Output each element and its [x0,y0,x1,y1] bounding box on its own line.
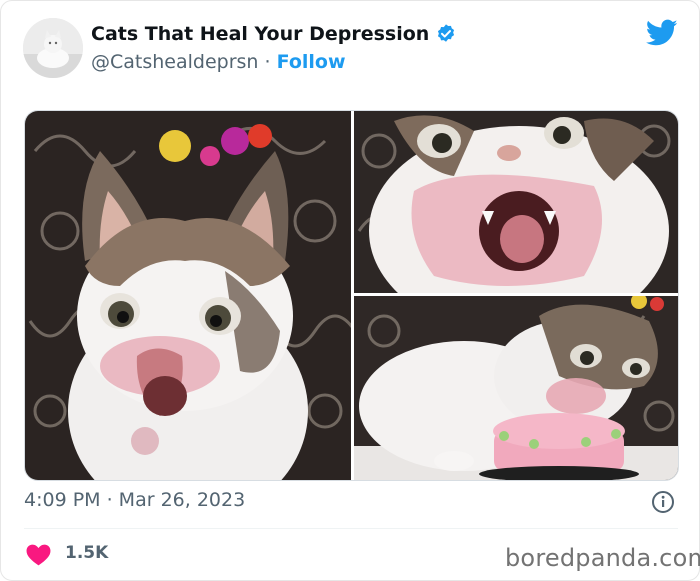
handle[interactable]: @Catshealdeprsn [91,51,258,73]
timestamp[interactable]: 4:09 PM · Mar 26, 2023 [24,489,245,511]
photo-cat-eating-cake[interactable] [354,296,678,480]
photo-cat-mouth-open[interactable] [354,111,678,293]
display-name[interactable]: Cats That Heal Your Depression [91,23,429,45]
watermark: boredpanda.com [505,544,700,572]
twitter-bird-icon[interactable] [646,19,678,47]
info-icon[interactable] [651,490,675,514]
divider [24,528,678,529]
separator: · [264,51,271,73]
verified-badge-icon [438,24,455,42]
tweet-card: Cats That Heal Your Depression @Catsheal… [0,0,700,581]
display-name-row[interactable]: Cats That Heal Your Depression [91,23,457,45]
handle-row: @Catshealdeprsn · Follow [91,51,346,73]
photo-cat-licking-lips[interactable] [25,111,351,480]
like-count[interactable]: 1.5K [65,543,108,563]
avatar[interactable] [23,18,83,78]
photo-grid [24,110,679,481]
follow-button[interactable]: Follow [277,51,346,73]
heart-icon[interactable] [26,544,51,566]
